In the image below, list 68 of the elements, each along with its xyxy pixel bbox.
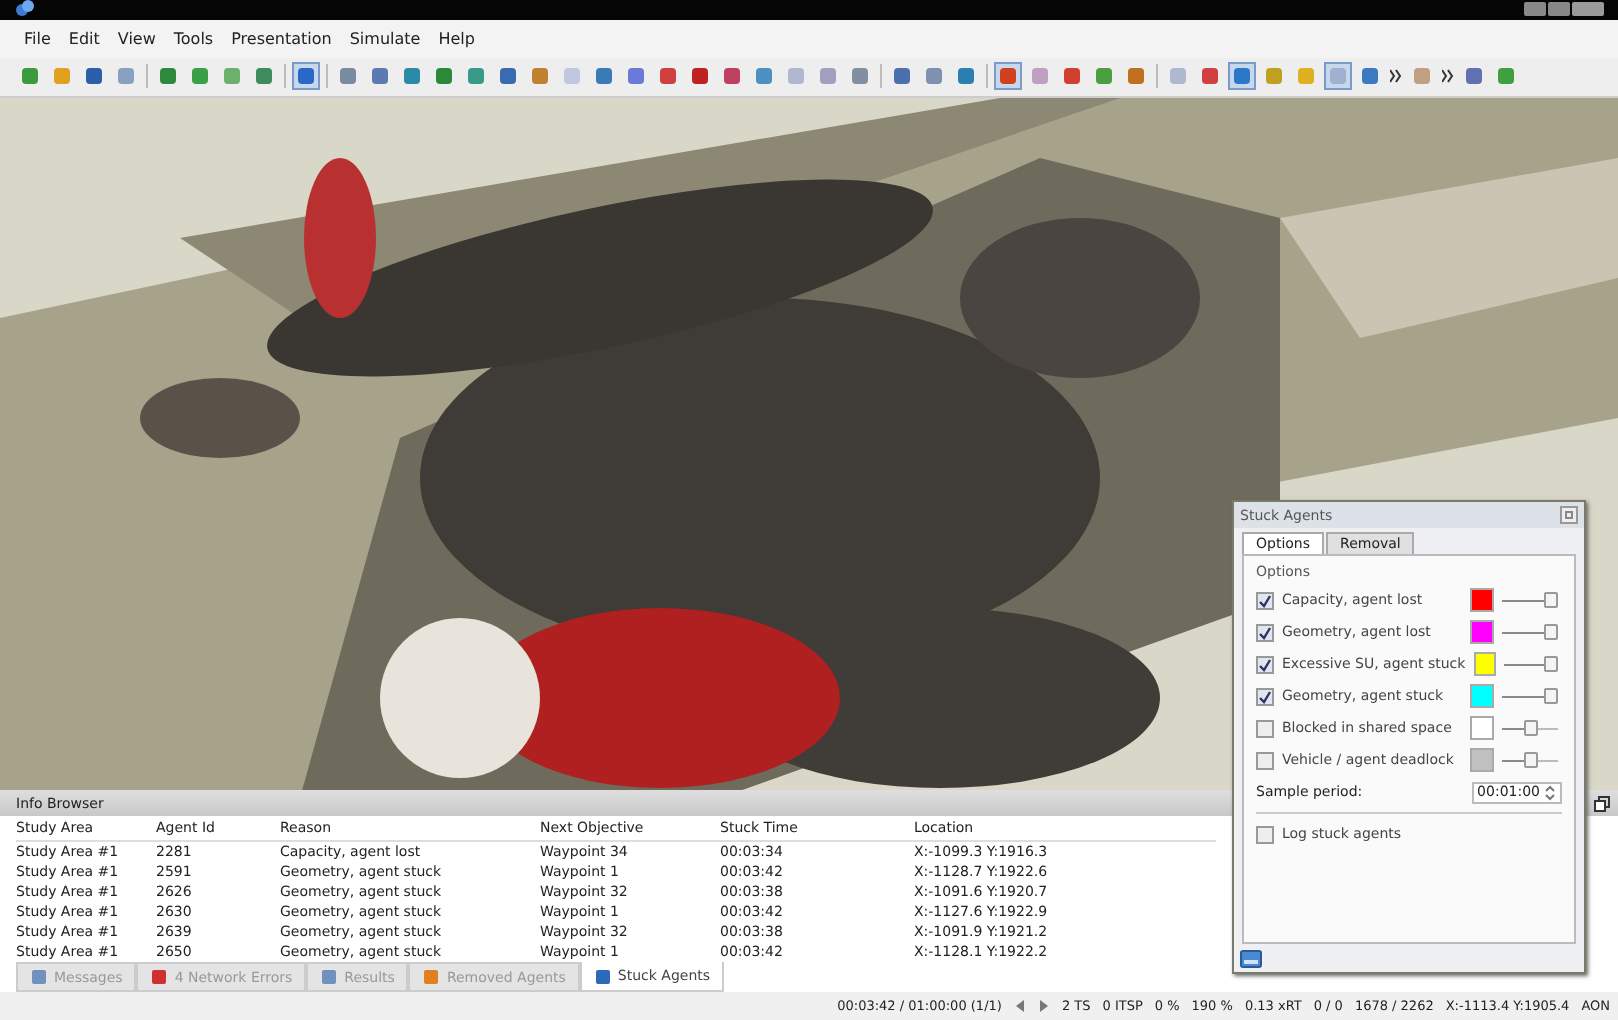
color-swatch[interactable] (1470, 716, 1494, 740)
toolbar-button[interactable] (1092, 64, 1116, 89)
restore-icon[interactable] (1594, 795, 1610, 812)
step-back-icon[interactable] (1013, 998, 1026, 1015)
toolbar-button[interactable] (82, 64, 106, 89)
toolbar-button[interactable] (1462, 64, 1486, 89)
menu-item[interactable]: Edit (68, 29, 100, 48)
toolbar-button[interactable] (720, 64, 744, 89)
menu-item[interactable]: Presentation (231, 29, 332, 48)
toolbar-button[interactable] (954, 64, 978, 89)
checkbox[interactable] (1256, 687, 1274, 705)
toolbar-button[interactable] (890, 64, 914, 89)
checkbox[interactable] (1256, 751, 1274, 769)
toolbar-button[interactable] (400, 64, 424, 89)
toolbar-button[interactable] (922, 64, 946, 89)
menu-item[interactable]: View (117, 29, 156, 48)
toolbar-button[interactable] (156, 64, 180, 89)
toolbar-button[interactable] (624, 64, 648, 89)
tab-square-icon (320, 968, 339, 987)
toolbar-button[interactable] (1060, 64, 1084, 89)
checkbox[interactable] (1256, 591, 1274, 609)
color-swatch[interactable] (1470, 684, 1494, 708)
toolbar-button[interactable] (1230, 64, 1254, 89)
tab-square-icon (150, 968, 169, 987)
app-logo-icon (16, 0, 34, 19)
toolbar-button[interactable] (368, 64, 392, 89)
toolbar-button[interactable] (1358, 64, 1382, 89)
step-forward-icon[interactable] (1037, 998, 1050, 1015)
checkbox[interactable] (1256, 719, 1274, 737)
color-swatch[interactable] (1473, 652, 1497, 676)
toolbar-button[interactable] (528, 64, 552, 89)
close-icon[interactable] (1560, 506, 1578, 524)
toolbar-button[interactable] (252, 64, 276, 89)
toolbar-button[interactable] (1198, 64, 1222, 89)
toolbar-button[interactable] (336, 64, 360, 89)
menu-item[interactable]: Tools (173, 29, 214, 48)
toolbar-button[interactable] (592, 64, 616, 89)
toolbar-button[interactable] (656, 64, 680, 89)
toolbar-button[interactable] (688, 64, 712, 89)
spin-arrows-icon[interactable] (1544, 783, 1556, 801)
checkbox[interactable] (1256, 623, 1274, 641)
toolbar-button[interactable] (752, 64, 776, 89)
toolbar-button[interactable] (848, 64, 872, 89)
toolbar-button[interactable] (18, 64, 42, 89)
checkbox[interactable] (1256, 825, 1274, 843)
menu-item[interactable]: Simulate (349, 29, 421, 48)
tab-square-icon (30, 968, 48, 987)
toolbar-button[interactable] (496, 64, 520, 89)
toolbar-button[interactable] (114, 64, 138, 89)
toolbar-button[interactable] (1494, 64, 1518, 89)
color-swatch[interactable] (1470, 748, 1494, 772)
window-icon[interactable] (1240, 949, 1262, 967)
checkbox[interactable] (1256, 655, 1274, 673)
toolbar-button[interactable] (188, 64, 212, 89)
color-swatch[interactable] (1470, 620, 1494, 644)
menu-item[interactable]: File (24, 29, 51, 48)
window-controls-icon[interactable] (1524, 2, 1604, 17)
toolbar-button[interactable] (1124, 64, 1148, 89)
toolbar-button[interactable] (464, 64, 488, 89)
toolbar-button[interactable] (996, 64, 1020, 89)
chevron-icon[interactable] (1390, 68, 1402, 85)
tab-square-icon (593, 967, 612, 986)
color-swatch[interactable] (1470, 588, 1494, 612)
tab-square-icon (422, 968, 441, 987)
toolbar-button[interactable] (432, 64, 456, 89)
chevron-icon[interactable] (1442, 68, 1454, 85)
menu-item[interactable]: Help (438, 29, 475, 48)
toolbar-button[interactable] (294, 64, 318, 89)
